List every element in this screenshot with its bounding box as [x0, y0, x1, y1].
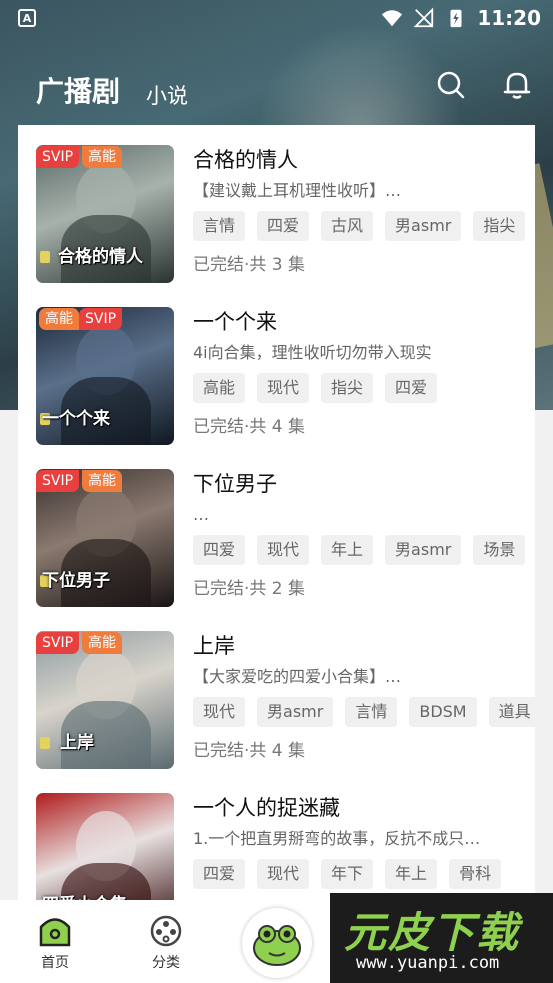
item-title[interactable]: 下位男子	[193, 469, 535, 499]
tag[interactable]: 男asmr	[257, 697, 334, 727]
list-item[interactable]: 上岸 SVIP 高能 上岸 【大家爱吃的四爱小合集】… 现代 男asmr 言情 BDSM…	[18, 611, 535, 769]
tab-category-label: 分类	[152, 955, 180, 971]
tag[interactable]: 言情	[345, 697, 398, 727]
badge-group: SVIP 高能	[36, 146, 123, 168]
badge-svip: SVIP	[36, 470, 80, 492]
cover-title: 合格的情人	[58, 247, 143, 267]
item-title[interactable]: 合格的情人	[193, 145, 535, 175]
badge-svip: SVIP	[79, 308, 123, 330]
badge-gao: 高能	[39, 308, 79, 330]
tag-list: 言情 四爱 古风 男asmr 指尖	[193, 211, 535, 241]
badge-group: SVIP 高能	[36, 632, 123, 654]
item-description: 【建议戴上耳机理性收听】…	[193, 181, 402, 200]
top-navigation: 广播剧 小说	[0, 62, 553, 116]
no-signal-icon	[413, 7, 434, 28]
tag[interactable]: 高能	[193, 373, 246, 403]
tab-category[interactable]: 分类	[136, 914, 196, 972]
badge-svip: SVIP	[36, 146, 80, 168]
film-reel-icon	[150, 915, 182, 947]
tag[interactable]: 男asmr	[385, 535, 462, 565]
tag[interactable]: 场景	[473, 535, 526, 565]
tag[interactable]: 现代	[257, 373, 310, 403]
list-item[interactable]: 合格的情人 SVIP 高能 合格的情人 【建议戴上耳机理性收听】… 言情 四爱 古风男…	[18, 125, 535, 283]
item-status: 已完结·共 2 集	[193, 579, 306, 599]
wifi-icon	[382, 10, 403, 27]
app-notification-icon: A	[18, 9, 36, 27]
tag[interactable]: 指尖	[321, 373, 374, 403]
bell-icon[interactable]	[502, 70, 532, 100]
watermark-logo-text: 元皮下载	[344, 908, 521, 957]
item-title[interactable]: 一个人的捉迷藏	[193, 793, 535, 823]
drama-list: 合格的情人 SVIP 高能 合格的情人 【建议戴上耳机理性收听】… 言情 四爱 古风男…	[18, 125, 535, 931]
tag[interactable]: 年上	[321, 535, 374, 565]
battery-charging-icon	[450, 9, 462, 28]
item-status: 已完结·共 3 集	[193, 255, 306, 275]
item-title[interactable]: 上岸	[193, 631, 535, 661]
tag[interactable]: 四爱	[193, 535, 246, 565]
cover-title: 一个个来	[42, 409, 110, 429]
tag[interactable]: 四爱	[385, 373, 438, 403]
tab-novel[interactable]: 小说	[146, 80, 188, 110]
tag[interactable]: 年上	[385, 859, 438, 889]
item-status: 已完结·共 4 集	[193, 741, 306, 761]
item-description: …	[193, 505, 209, 524]
tag[interactable]: 古风	[321, 211, 374, 241]
frog-center-button[interactable]	[242, 908, 312, 978]
tag-list: 四爱 现代 年下 年上 骨科	[193, 859, 535, 889]
tag[interactable]: 四爱	[193, 859, 246, 889]
tag[interactable]: 骨科	[449, 859, 502, 889]
tag-list: 现代 男asmr 言情 BDSM 道具	[193, 697, 535, 727]
badge-gao: 高能	[82, 632, 123, 654]
tag[interactable]: 言情	[193, 211, 246, 241]
item-description: 【大家爱吃的四爱小合集】…	[193, 667, 402, 686]
tag[interactable]: 男asmr	[385, 211, 462, 241]
watermark-url: www.yuanpi.com	[356, 953, 500, 973]
tag-list: 高能 现代 指尖 四爱	[193, 373, 535, 403]
cover-title: 下位男子	[42, 571, 110, 591]
tag-list: 四爱 现代 年上 男asmr 场景	[193, 535, 535, 565]
tag[interactable]: 四爱	[257, 211, 310, 241]
tab-home[interactable]: 首页	[25, 914, 85, 972]
list-item[interactable]: 下位男子 SVIP 高能 下位男子 … 四爱 现代 年上 男asmr 场景 已完结·共 2…	[18, 449, 535, 607]
cover-logo-icon	[40, 251, 50, 263]
list-item[interactable]: 一个个来 高能 SVIP 一个个来 4i向合集，理性收听切勿带入现实 高能 现代 指尖…	[18, 287, 535, 445]
tag[interactable]: 现代	[193, 697, 246, 727]
status-time: 11:20	[477, 6, 541, 30]
badge-gao: 高能	[82, 146, 123, 168]
cover-logo-icon	[40, 737, 50, 749]
tag[interactable]: 道具	[488, 697, 535, 727]
tag[interactable]: 现代	[257, 535, 310, 565]
badge-group: SVIP 高能	[36, 470, 123, 492]
tag[interactable]: 指尖	[473, 211, 526, 241]
frog-icon	[253, 925, 301, 966]
item-title[interactable]: 一个个来	[193, 307, 535, 337]
site-watermark: 元皮下载 www.yuanpi.com	[330, 893, 553, 983]
home-icon	[39, 918, 71, 947]
item-status: 已完结·共 4 集	[193, 417, 306, 437]
cover-title: 上岸	[60, 733, 94, 753]
search-icon[interactable]	[436, 70, 466, 100]
tag[interactable]: 年下	[321, 859, 374, 889]
badge-group: 高能 SVIP	[36, 308, 123, 330]
status-bar: A 11:20	[0, 0, 553, 38]
item-description: 4i向合集，理性收听切勿带入现实	[193, 343, 432, 362]
item-description: 1.一个把直男掰弯的故事，反抗不成只…	[193, 829, 481, 848]
badge-svip: SVIP	[36, 632, 80, 654]
tag[interactable]: 现代	[257, 859, 310, 889]
tab-radio-drama[interactable]: 广播剧	[36, 70, 120, 110]
tag[interactable]: BDSM	[409, 697, 477, 727]
tab-home-label: 首页	[41, 955, 69, 971]
badge-gao: 高能	[82, 470, 123, 492]
